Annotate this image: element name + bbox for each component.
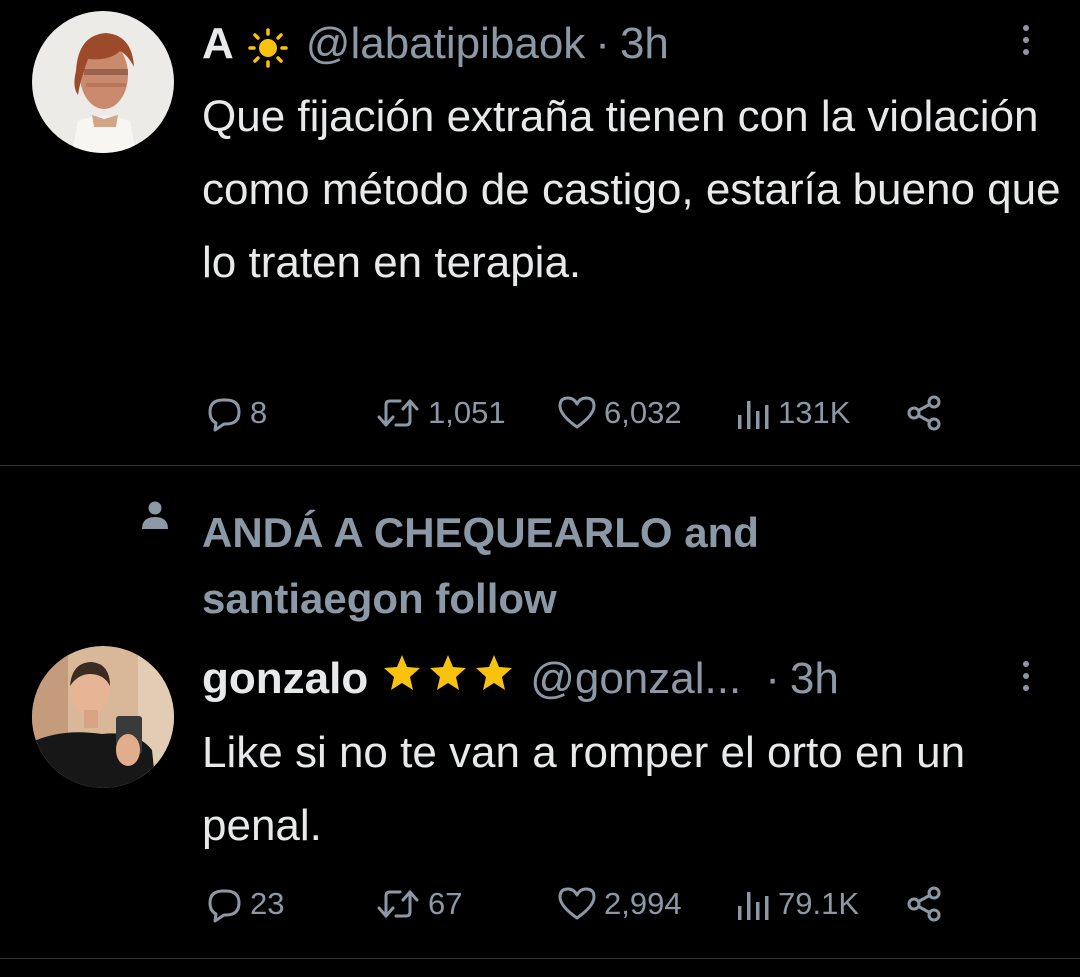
tweet[interactable]: gonzalo @gonzal... · 3h Like si no te va…	[0, 466, 1080, 958]
views-button[interactable]: 131K	[734, 391, 850, 435]
display-name[interactable]: gonzalo	[202, 649, 368, 709]
views-icon	[734, 884, 772, 924]
reply-icon	[204, 884, 244, 924]
views-button[interactable]: 79.1K	[734, 882, 859, 926]
sun-icon	[248, 24, 288, 68]
like-count: 6,032	[604, 395, 682, 430]
retweet-icon	[374, 393, 422, 433]
more-icon[interactable]	[1014, 16, 1038, 64]
reply-count: 23	[250, 886, 285, 921]
tweet[interactable]: A @labatipibaok · 3h Que fijación extrañ…	[0, 0, 1080, 465]
tweet-actions: 23 67 2,994 79.1K	[200, 882, 960, 926]
handle[interactable]: @labatipibaok	[306, 14, 586, 74]
separator: ·	[595, 19, 610, 68]
star-icon	[474, 649, 514, 709]
retweet-count: 67	[428, 886, 463, 921]
star-icon	[428, 649, 468, 709]
tweet-text: Que fijación extraña tienen con la viola…	[202, 92, 1061, 287]
display-name[interactable]: A	[202, 14, 234, 74]
share-button[interactable]	[904, 391, 944, 435]
more-icon[interactable]	[1014, 652, 1038, 700]
timestamp[interactable]: 3h	[620, 14, 669, 74]
share-icon	[904, 393, 944, 433]
views-icon	[734, 393, 772, 433]
like-count: 2,994	[604, 886, 682, 921]
avatar[interactable]	[32, 646, 174, 788]
retweet-count: 1,051	[428, 395, 506, 430]
views-count: 131K	[778, 395, 851, 430]
retweet-icon	[374, 884, 422, 924]
tweet-text: Like si no te van a romper el orto en un…	[202, 728, 966, 850]
share-button[interactable]	[904, 882, 944, 926]
badge-stars	[382, 649, 514, 709]
divider	[0, 958, 1080, 959]
reply-count: 8	[250, 395, 268, 430]
avatar[interactable]	[32, 11, 174, 153]
heart-icon	[556, 393, 598, 433]
reply-icon	[204, 393, 244, 433]
reply-button[interactable]: 23	[204, 882, 284, 926]
like-button[interactable]: 6,032	[556, 391, 682, 435]
like-button[interactable]: 2,994	[556, 882, 682, 926]
tweet-header: gonzalo @gonzal... · 3h	[202, 649, 839, 709]
heart-icon	[556, 884, 598, 924]
timestamp[interactable]: 3h	[790, 649, 839, 709]
retweet-button[interactable]: 1,051	[374, 391, 506, 435]
tweet-actions: 8 1,051 6,032 131K	[200, 391, 960, 435]
separator: ·	[765, 654, 780, 703]
star-icon	[382, 649, 422, 709]
views-count: 79.1K	[778, 886, 860, 921]
reply-button[interactable]: 8	[204, 391, 267, 435]
tweet-header: A @labatipibaok · 3h	[202, 14, 669, 74]
share-icon	[904, 884, 944, 924]
retweet-button[interactable]: 67	[374, 882, 462, 926]
handle[interactable]: @gonzal...	[530, 649, 741, 709]
